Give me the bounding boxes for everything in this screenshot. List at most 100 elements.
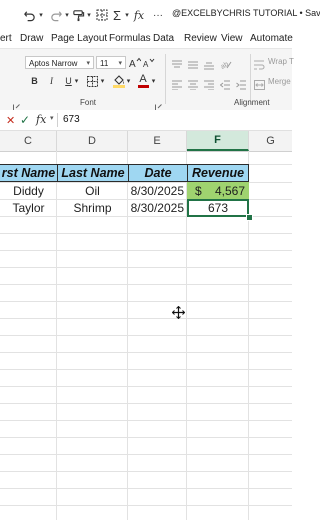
undo-dropdown-icon[interactable]: ▾ — [37, 6, 45, 24]
grid-line — [0, 335, 292, 336]
format-painter-dropdown-icon[interactable]: ▾ — [85, 6, 93, 24]
currency-symbol: $ — [195, 184, 202, 198]
move-cursor-icon — [171, 305, 186, 320]
tab-automate[interactable]: Automate — [250, 33, 293, 44]
font-name-value: Aptos Narrow — [29, 59, 78, 68]
grid-line — [0, 403, 292, 404]
grid-line — [0, 420, 292, 421]
autosum-icon[interactable]: Σ — [110, 6, 124, 24]
insert-function-icon[interactable]: fx — [36, 113, 46, 126]
underline-dropdown-icon[interactable]: ▾ — [73, 74, 80, 88]
grid-line — [0, 471, 292, 472]
tab-page-layout[interactable]: Page Layout — [51, 33, 107, 44]
cell-last-name[interactable]: Oil — [57, 183, 128, 199]
cell-date[interactable]: 8/30/2025 — [128, 183, 187, 199]
cell-first-name[interactable]: Taylor — [0, 200, 57, 216]
revenue-value: 4,567 — [214, 184, 245, 198]
table-header-last-name[interactable]: Last Name — [57, 164, 128, 182]
more-commands-icon[interactable]: ··· — [150, 6, 166, 24]
tab-data[interactable]: Data — [153, 33, 174, 44]
ribbon-separator — [165, 54, 166, 104]
bold-button[interactable]: B — [29, 74, 40, 88]
grid-line — [0, 437, 292, 438]
formula-bar-divider — [57, 113, 58, 127]
grid-line — [0, 284, 292, 285]
wrap-text-button[interactable]: Wrap T — [268, 57, 294, 66]
merge-center-button[interactable]: Merge — [268, 77, 291, 86]
decrease-indent-icon[interactable] — [219, 77, 230, 90]
fx-dropdown-icon[interactable]: ▾ — [50, 114, 54, 122]
fill-handle[interactable] — [246, 214, 253, 221]
table-header-first-name[interactable]: rst Name — [0, 164, 57, 182]
font-color-dropdown-icon[interactable]: ▾ — [150, 74, 157, 88]
tab-review[interactable]: Review — [184, 33, 217, 44]
enter-check-icon[interactable]: ✓ — [20, 113, 30, 127]
grid-line — [0, 488, 292, 489]
formula-input[interactable]: 673 — [63, 114, 80, 125]
column-header-c[interactable]: C — [0, 131, 57, 151]
format-painter-icon[interactable] — [70, 6, 86, 24]
decrease-font-icon[interactable]: A — [143, 56, 155, 69]
cancel-icon[interactable]: ✕ — [6, 114, 15, 127]
ribbon-separator — [250, 54, 251, 104]
font-name-combo[interactable]: Aptos Narrow ▾ — [25, 56, 94, 69]
grid-line — [0, 505, 292, 506]
svg-text:A: A — [129, 59, 136, 68]
middle-align-icon[interactable] — [188, 57, 198, 69]
revenue-value: 673 — [207, 201, 229, 215]
column-header-g[interactable]: G — [249, 131, 292, 151]
cell-revenue-selected[interactable]: 673 — [187, 199, 249, 217]
font-size-chevron-icon: ▾ — [118, 60, 122, 67]
column-header-e[interactable]: E — [128, 131, 187, 151]
font-dialog-launcher-icon[interactable] — [155, 98, 162, 111]
font-color-swatch — [137, 85, 149, 88]
grid-line — [0, 454, 292, 455]
grid-line — [0, 352, 292, 353]
font-size-combo[interactable]: 11 ▾ — [96, 56, 126, 69]
tab-draw[interactable]: Draw — [20, 33, 43, 44]
wrap-text-icon[interactable] — [254, 57, 265, 70]
column-header-d[interactable]: D — [57, 131, 128, 151]
font-color-button[interactable]: A — [137, 72, 149, 89]
cell-first-name[interactable]: Diddy — [0, 183, 57, 199]
autosum-dropdown-icon[interactable]: ▾ — [123, 6, 131, 24]
alignment-group-label: Alignment — [234, 98, 270, 107]
align-center-icon[interactable] — [188, 77, 198, 91]
borders-button-icon[interactable] — [86, 74, 99, 88]
tab-view[interactable]: View — [221, 33, 243, 44]
tab-formulas[interactable]: Formulas — [109, 33, 151, 44]
cell-revenue[interactable]: $ 4,567 — [187, 182, 249, 200]
increase-font-icon[interactable]: A — [129, 56, 141, 69]
font-color-glyph: A — [139, 73, 147, 85]
font-dialog-launcher-left-icon[interactable] — [13, 98, 20, 111]
column-header-f[interactable]: F — [187, 131, 249, 151]
grid-line — [0, 233, 292, 234]
fill-color-dropdown-icon[interactable]: ▾ — [125, 74, 132, 88]
redo-icon[interactable] — [48, 6, 64, 24]
tab-insert[interactable]: ert — [0, 33, 12, 44]
undo-icon[interactable] — [20, 6, 38, 24]
table-header-revenue[interactable]: Revenue — [187, 164, 249, 182]
top-align-icon[interactable] — [172, 57, 182, 68]
italic-button[interactable]: I — [46, 74, 57, 88]
borders-icon[interactable] — [94, 6, 110, 24]
align-right-icon[interactable] — [204, 77, 214, 91]
font-size-value: 11 — [100, 59, 109, 68]
orientation-icon[interactable]: ab — [220, 57, 232, 71]
align-left-icon[interactable] — [172, 77, 182, 91]
merge-center-icon[interactable] — [254, 77, 265, 90]
table-header-date[interactable]: Date — [128, 164, 187, 182]
cell-last-name[interactable]: Shrimp — [57, 200, 128, 216]
borders-dropdown-icon[interactable]: ▾ — [99, 74, 106, 88]
cell-date[interactable]: 8/30/2025 — [128, 200, 187, 216]
insert-function-icon[interactable]: fx — [132, 6, 146, 24]
font-name-chevron-icon: ▾ — [86, 60, 90, 67]
font-group-label: Font — [80, 98, 97, 107]
grid-line — [0, 369, 292, 370]
increase-indent-icon[interactable] — [236, 77, 246, 90]
grid-line — [0, 250, 292, 251]
grid-line — [0, 301, 292, 302]
bottom-align-icon[interactable] — [204, 57, 214, 70]
svg-text:A: A — [143, 60, 149, 68]
fill-color-icon[interactable] — [112, 73, 125, 89]
